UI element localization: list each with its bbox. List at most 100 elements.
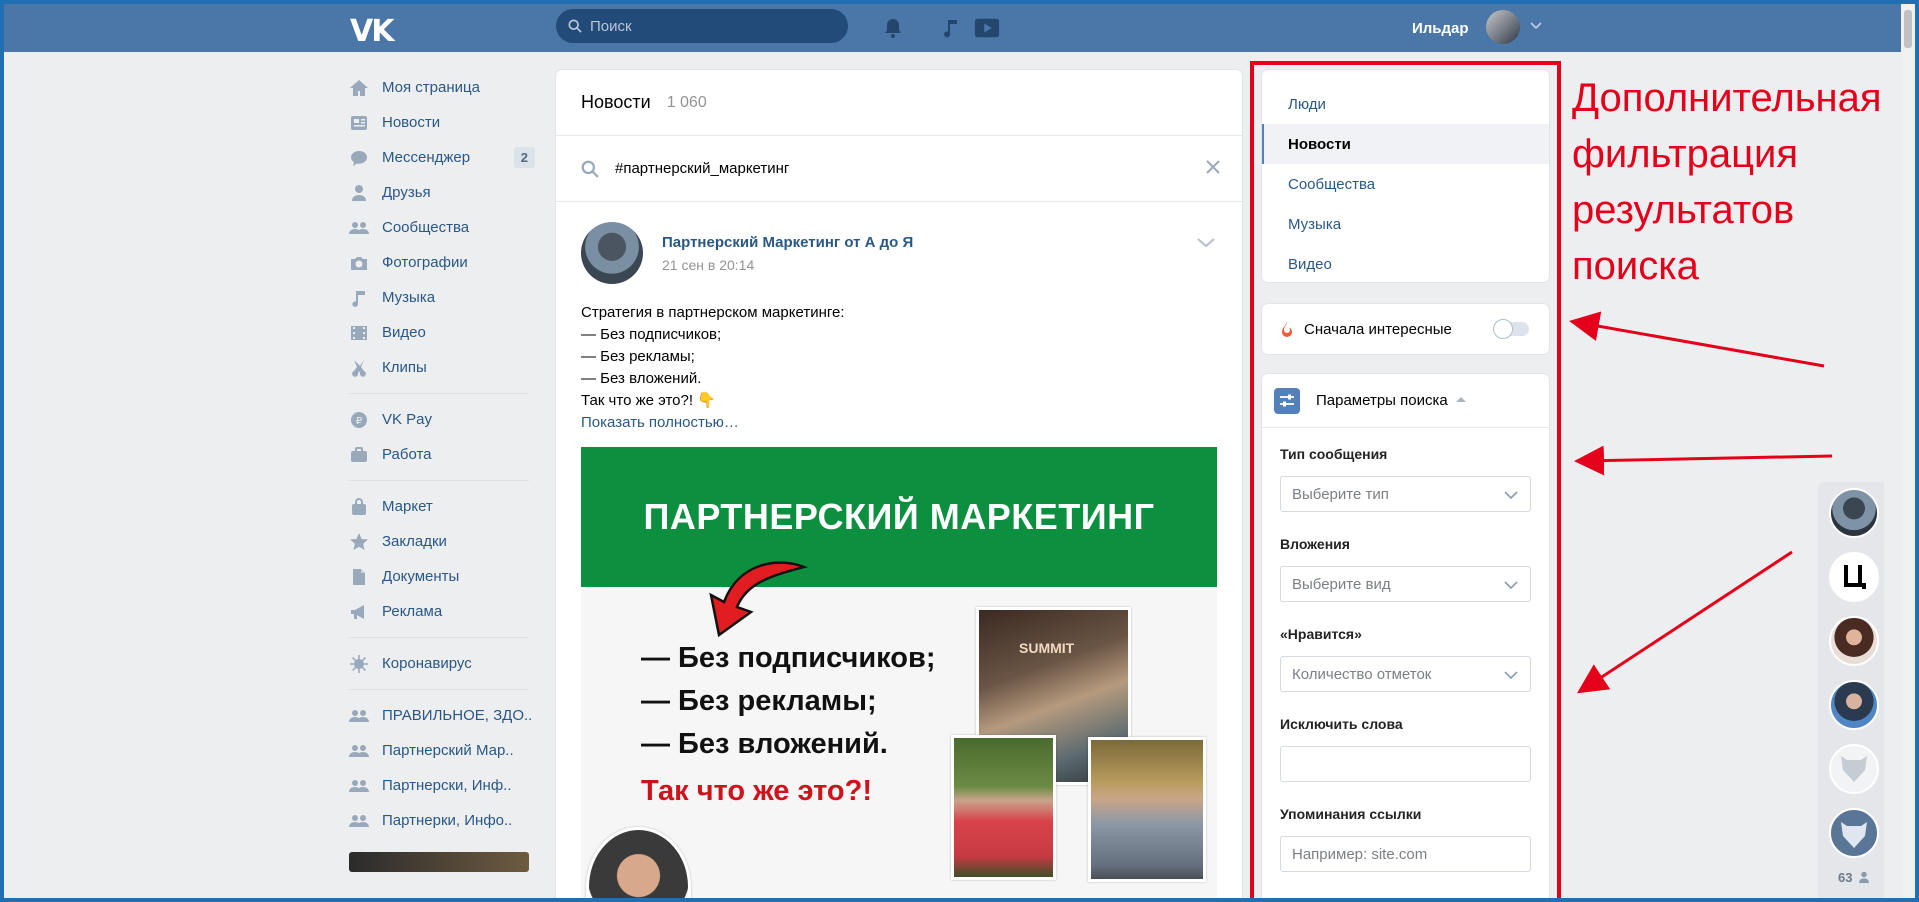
sidebar-item-group-4[interactable]: Партнерки, Инфо.. [345,803,535,838]
search-params-title: Параметры поиска [1316,392,1448,409]
bell-icon[interactable] [880,16,906,40]
dog-placeholder-icon [1841,822,1867,848]
chevron-down-icon[interactable] [1530,22,1542,30]
sidebar-ad-thumbnail[interactable] [349,852,529,872]
svg-text:₽: ₽ [356,416,363,427]
sidebar-item-clips[interactable]: Клипы [345,350,535,385]
sidebar-item-vkpay[interactable]: ₽ VK Pay [345,402,535,437]
filter-video[interactable]: Видео [1262,244,1549,284]
contact-avatar[interactable] [1829,616,1879,666]
interesting-first-toggle[interactable] [1493,319,1529,339]
sidebar-item-bookmarks[interactable]: Закладки [345,524,535,559]
contact-avatar[interactable] [1829,680,1879,730]
interesting-first-card: Сначала интересные [1262,304,1549,354]
star-icon [350,532,368,550]
page-scrollbar[interactable] [1901,4,1915,898]
photo-man-red-shirt [951,735,1056,880]
contact-avatar[interactable] [1829,744,1879,794]
sidebar-item-label: Моя страница [382,79,480,96]
sidebar-item-label: Фотографии [382,254,468,271]
sidebar-item-group-1[interactable]: ПРАВИЛЬНОЕ, ЗДО.. [345,698,535,733]
sidebar-item-group-3[interactable]: Партнерски, Инф.. [345,768,535,803]
contact-avatar[interactable] [1829,808,1879,858]
document-icon [353,568,365,585]
post-date[interactable]: 21 сен в 20:14 [662,257,913,273]
sidebar-item-market[interactable]: Маркет [345,489,535,524]
filter-news[interactable]: Новости [1262,124,1549,164]
annotation-text: Дополнительная фильтрация результатов по… [1572,76,1882,288]
megaphone-icon [351,604,364,619]
post-author-avatar[interactable] [581,222,643,284]
sidebar-item-label: Маркет [382,498,433,515]
user-avatar[interactable] [1486,10,1520,44]
group-icon [349,814,369,827]
chevron-down-icon [1504,671,1518,679]
sidebar-item-coronavirus[interactable]: Коронавирус [345,646,535,681]
search-params-header[interactable]: Параметры поиска [1262,374,1549,428]
show-more-link[interactable]: Показать полностью… [581,412,1217,434]
sidebar-item-music[interactable]: Музыка [345,280,535,315]
contact-avatar[interactable] [1829,552,1879,602]
sidebar-item-label: Документы [382,568,460,585]
exclude-words-label: Исключить слова [1280,716,1403,732]
home-icon [350,79,368,96]
flame-icon [1282,321,1292,337]
sidebar-item-label: Партнерский Мар.. [382,742,514,759]
post-image[interactable]: ПАРТНЕРСКИЙ МАРКЕТИНГ — Без подписчиков;… [581,447,1217,902]
camera-icon [351,256,367,270]
attachments-select[interactable]: Выберите вид [1280,566,1531,602]
sidebar-item-my-page[interactable]: Моя страница [345,70,535,105]
sidebar-item-friends[interactable]: Друзья [345,175,535,210]
bag-icon [352,497,366,515]
sidebar-item-group-2[interactable]: Партнерский Мар.. [345,733,535,768]
exclude-words-input[interactable] [1280,746,1531,782]
sidebar-item-news[interactable]: Новости [345,105,535,140]
sidebar-item-label: Видео [382,324,426,341]
photo-summit-tag: SUMMIT [1019,640,1075,656]
sidebar-item-label: Реклама [382,603,443,620]
post-header: Партнерский Маркетинг от А до Я 21 сен в… [581,222,1217,284]
feed-search-query[interactable]: #партнерский_маркетинг [615,160,789,177]
sidebar-item-jobs[interactable]: Работа [345,437,535,472]
sidebar-item-label: ПРАВИЛЬНОЕ, ЗДО.. [382,707,533,724]
sidebar-item-photos[interactable]: Фотографии [345,245,535,280]
letter-logo-icon [1844,565,1866,589]
search-icon [568,19,582,33]
chevron-down-icon[interactable] [1197,238,1215,248]
post-author-link[interactable]: Партнерский Маркетинг от А до Я [662,234,913,251]
scrollbar-thumb[interactable] [1904,10,1912,48]
sidebar-item-label: Коронавирус [382,655,472,672]
header-search[interactable] [556,9,848,43]
search-params-body: Тип сообщения Выберите тип Вложения Выбе… [1262,428,1549,896]
music-note-icon[interactable] [938,16,964,40]
filter-people[interactable]: Люди [1262,84,1549,124]
feed-search-bar[interactable]: #партнерский_маркетинг [556,136,1242,202]
post-text-line: Стратегия в партнерском маркетинге: [581,304,845,321]
sidebar-item-communities[interactable]: Сообщества [345,210,535,245]
briefcase-icon [351,446,367,462]
link-mentions-input[interactable] [1280,836,1531,872]
vkpay-icon: ₽ [351,411,367,428]
likes-select[interactable]: Количество отметок [1280,656,1531,692]
contact-avatar[interactable] [1829,488,1879,538]
message-type-select[interactable]: Выберите тип [1280,476,1531,512]
sidebar-item-messenger[interactable]: Мессенджер 2 [345,140,535,175]
likes-label: «Нравится» [1280,626,1362,642]
post-text-line: — Без рекламы; [581,348,695,365]
sidebar-item-ads[interactable]: Реклама [345,594,535,629]
sidebar-item-label: Клипы [382,359,427,376]
sidebar-item-documents[interactable]: Документы [345,559,535,594]
filter-communities[interactable]: Сообщества [1262,164,1549,204]
user-name[interactable]: Ильдар [1412,20,1469,37]
image-banner-text: ПАРТНЕРСКИЙ МАРКЕТИНГ [643,496,1155,537]
vk-logo[interactable]: VK [350,14,394,49]
filter-music[interactable]: Музыка [1262,204,1549,244]
image-banner: ПАРТНЕРСКИЙ МАРКЕТИНГ [581,447,1217,587]
dog-placeholder-icon [1841,756,1867,782]
sidebar-divider [349,637,529,638]
header-search-input[interactable] [590,17,810,35]
sidebar-item-video[interactable]: Видео [345,315,535,350]
close-icon[interactable] [1206,160,1220,174]
play-icon[interactable] [974,16,1000,40]
annotation-arrow [1574,445,1833,476]
